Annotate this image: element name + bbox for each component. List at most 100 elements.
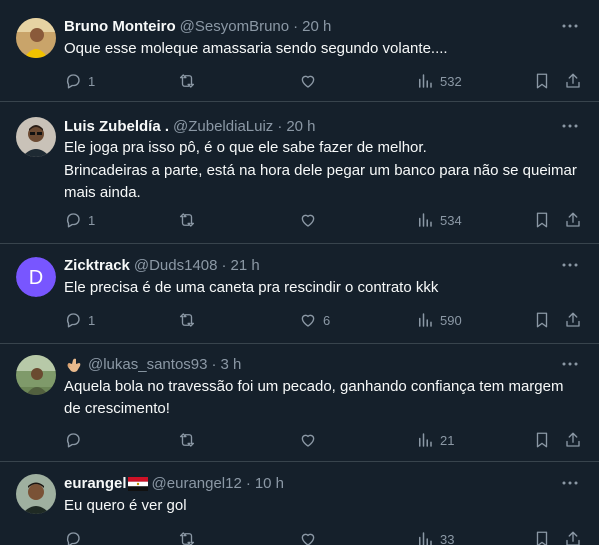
bookmark-icon	[536, 212, 548, 228]
reply-icon	[66, 433, 80, 448]
user-handle[interactable]: @SesyomBruno	[180, 17, 289, 37]
bookmark-button[interactable]	[533, 210, 551, 230]
views-button[interactable]: 33	[416, 529, 454, 545]
like-button[interactable]	[299, 71, 323, 91]
heart-icon	[301, 533, 315, 545]
user-handle[interactable]: @lukas_santos93	[88, 355, 207, 375]
call-me-hand-emoji-icon	[67, 358, 81, 372]
reply-button[interactable]: 1	[64, 310, 95, 330]
more-options-icon[interactable]	[561, 117, 579, 135]
separator: ·	[293, 18, 299, 35]
share-button[interactable]	[564, 529, 582, 545]
avatar[interactable]	[16, 117, 56, 157]
avatar[interactable]	[16, 474, 56, 514]
user-handle[interactable]: @ZubeldiaLuiz	[173, 117, 273, 137]
reply-icon	[66, 74, 80, 89]
retweet-icon	[179, 433, 195, 447]
retweet-button[interactable]	[178, 310, 202, 330]
view-count: 21	[440, 432, 455, 448]
avatar[interactable]	[16, 355, 56, 395]
separator: ·	[221, 257, 227, 274]
share-icon	[566, 73, 580, 88]
action-bar: 1 534	[64, 210, 583, 230]
more-options-icon[interactable]	[561, 256, 579, 274]
reply-count: 1	[88, 73, 96, 89]
views-button[interactable]: 590	[416, 310, 462, 330]
avatar[interactable]: D	[16, 257, 56, 297]
tweet[interactable]: Luis Zubeldía . @ZubeldiaLuiz · 20 h Ele…	[0, 102, 599, 244]
bookmark-button[interactable]	[533, 310, 551, 330]
action-bar: 1 532	[64, 71, 583, 91]
share-button[interactable]	[564, 71, 582, 91]
display-name[interactable]: Bruno Monteiro	[64, 17, 176, 37]
views-button[interactable]: 21	[416, 430, 454, 450]
tweet[interactable]: D Zicktrack @Duds1408 · 21 h Ele precisa…	[0, 244, 599, 344]
bookmark-button[interactable]	[533, 71, 551, 91]
like-button[interactable]	[299, 430, 323, 450]
view-count: 590	[440, 312, 462, 328]
reply-button[interactable]	[64, 430, 88, 450]
display-name[interactable]: eurangel	[64, 474, 127, 494]
user-handle[interactable]: @Duds1408	[134, 256, 218, 276]
more-options-icon[interactable]	[561, 17, 579, 35]
heart-icon	[301, 214, 315, 227]
view-count: 534	[440, 212, 462, 228]
timestamp[interactable]: 3 h	[220, 355, 241, 375]
share-button[interactable]	[564, 430, 582, 450]
reply-button[interactable]: 1	[64, 71, 95, 91]
retweet-button[interactable]	[178, 210, 202, 230]
action-bar: 21	[64, 430, 583, 450]
reply-count: 1	[88, 312, 96, 328]
like-button[interactable]	[299, 529, 323, 545]
share-button[interactable]	[564, 210, 582, 230]
more-options-icon[interactable]	[561, 355, 579, 373]
heart-icon	[301, 75, 315, 88]
reply-count: 1	[88, 212, 96, 228]
avatar[interactable]	[16, 18, 56, 58]
timestamp[interactable]: 21 h	[231, 256, 260, 276]
reply-button[interactable]	[64, 529, 88, 545]
separator: ·	[277, 118, 283, 135]
bookmark-icon	[536, 73, 548, 89]
share-icon	[566, 312, 580, 327]
share-button[interactable]	[564, 310, 582, 330]
retweet-icon	[179, 532, 195, 545]
separator: ·	[245, 475, 251, 492]
action-bar: 33	[64, 529, 583, 545]
reply-button[interactable]: 1	[64, 210, 95, 230]
retweet-button[interactable]	[178, 71, 202, 91]
flag-egypt-emoji-icon	[127, 477, 148, 491]
like-button[interactable]: 6	[299, 310, 330, 330]
display-name[interactable]: Luis Zubeldía .	[64, 117, 169, 137]
like-button[interactable]	[299, 210, 323, 230]
retweet-icon	[179, 74, 195, 88]
tweet-text: Aquela bola no travessão foi um pecado, …	[64, 378, 564, 417]
bookmark-button[interactable]	[533, 430, 551, 450]
heart-icon	[301, 314, 315, 327]
tweet-text: Ele precisa é de uma caneta pra rescindi…	[64, 279, 439, 296]
analytics-icon	[419, 313, 432, 327]
tweet-text: Ele joga pra isso pô, é o que ele sabe f…	[64, 139, 577, 201]
views-button[interactable]: 534	[416, 210, 462, 230]
timestamp[interactable]: 20 h	[302, 17, 331, 37]
timestamp[interactable]: 10 h	[255, 474, 284, 494]
avatar-letter: D	[29, 267, 43, 289]
retweet-button[interactable]	[178, 430, 202, 450]
retweet-button[interactable]	[178, 529, 202, 545]
timestamp[interactable]: 20 h	[286, 117, 315, 137]
action-bar: 1 6 590	[64, 310, 583, 330]
user-handle[interactable]: @eurangel12	[152, 474, 242, 494]
tweet[interactable]: Bruno Monteiro @SesyomBruno · 20 h Oque …	[0, 0, 599, 102]
more-options-icon[interactable]	[561, 474, 579, 492]
bookmark-icon	[536, 531, 548, 545]
view-count: 532	[440, 73, 462, 89]
analytics-icon	[419, 532, 432, 545]
views-button[interactable]: 532	[416, 71, 462, 91]
display-name[interactable]: Zicktrack	[64, 256, 130, 276]
retweet-icon	[179, 313, 195, 327]
tweet[interactable]: @lukas_santos93 · 3 h Aquela bola no tra…	[0, 344, 599, 462]
like-count: 6	[323, 312, 331, 328]
bookmark-button[interactable]	[533, 529, 551, 545]
tweet[interactable]: eurangel @eurangel12 · 10 h Eu quero é v…	[0, 462, 599, 545]
reply-feed: Bruno Monteiro @SesyomBruno · 20 h Oque …	[0, 0, 599, 545]
